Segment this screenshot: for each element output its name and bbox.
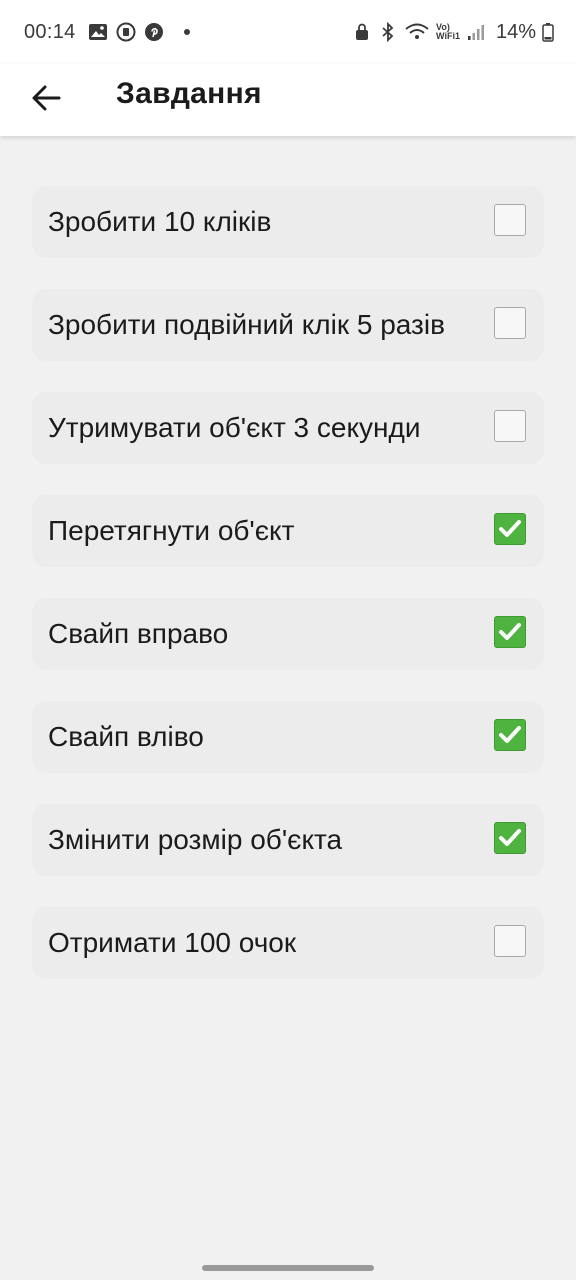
task-label: Зробити 10 кліків [48,206,272,237]
page-title: Завдання [116,77,262,110]
task-label: Зробити подвійний клік 5 разів [48,309,445,340]
checkmark-icon [499,829,521,846]
image-icon [88,22,108,42]
signal-icon [466,22,486,42]
task-row-swipe-right[interactable]: Свайп вправо [32,598,544,670]
task-row-drag[interactable]: Перетягнути об'єкт [32,495,544,567]
app-bar: Завдання [0,64,576,136]
task-row-clicks[interactable]: Зробити 10 кліків [32,186,544,258]
task-row-points[interactable]: Отримати 100 очок [32,907,544,979]
lock-icon [352,22,372,42]
wifi-calling-bottom: WiFi1 [436,31,460,41]
wifi-calling-label: Vo) WiFi1 [436,23,460,41]
battery-percent: 14% [495,20,536,43]
task-label: Змінити розмір об'єкта [48,824,343,855]
vpn-icon [116,22,136,42]
checkmark-icon [499,726,521,743]
bluetooth-icon [378,22,398,42]
checkmark-icon [499,520,521,537]
status-right: Vo) WiFi1 14% [352,21,554,44]
back-button[interactable] [22,74,70,122]
task-label: Отримати 100 очок [48,927,297,958]
task-checkbox[interactable] [494,410,526,442]
task-checkbox[interactable] [494,513,526,545]
gesture-handle[interactable] [202,1265,374,1271]
dot-icon [183,29,190,35]
task-label: Свайп вліво [48,721,204,752]
task-row-resize[interactable]: Змінити розмір об'єкта [32,804,544,876]
status-time: 00:14 [24,20,76,43]
task-row-double-click[interactable]: Зробити подвійний клік 5 разів [32,289,544,361]
task-label: Перетягнути об'єкт [48,515,295,546]
task-checkbox[interactable] [494,616,526,648]
task-list: Зробити 10 кліків Зробити подвійний клік… [32,186,544,1010]
checkmark-icon [499,623,521,640]
battery-icon [542,22,554,42]
status-left: 00:14 [24,21,190,44]
task-checkbox[interactable] [494,925,526,957]
task-row-hold[interactable]: Утримувати об'єкт 3 секунди [32,392,544,464]
pinterest-icon [144,22,164,42]
task-checkbox[interactable] [494,307,526,339]
task-label: Утримувати об'єкт 3 секунди [48,412,421,443]
task-row-swipe-left[interactable]: Свайп вліво [32,701,544,773]
arrow-left-icon [32,85,61,111]
task-checkbox[interactable] [494,719,526,751]
task-label: Свайп вправо [48,618,229,649]
task-checkbox[interactable] [494,204,526,236]
status-bar: 00:14 Vo) WiFi1 14% [0,0,576,64]
task-checkbox[interactable] [494,822,526,854]
wifi-icon [404,22,430,42]
